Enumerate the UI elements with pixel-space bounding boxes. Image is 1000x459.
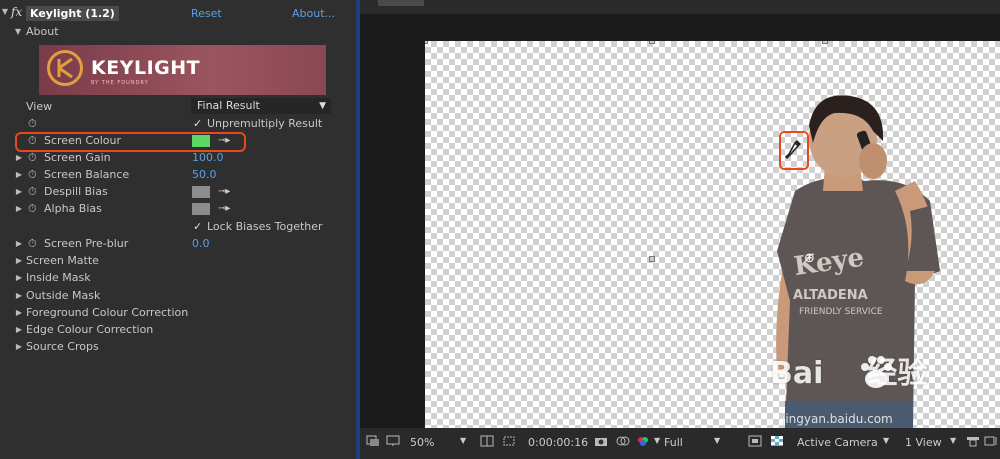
unpremultiply-label: Unpremultiply Result	[207, 117, 323, 130]
expand-triangle-icon[interactable]: ▶	[14, 252, 24, 269]
camera-view-select[interactable]: Active Camera	[797, 436, 878, 449]
about-label: About	[26, 25, 59, 38]
screen-gain-label: Screen Gain	[44, 151, 111, 164]
fast-previews-icon[interactable]	[748, 435, 762, 447]
despill-bias-label: Despill Bias	[44, 185, 108, 198]
effect-name: Keylight (1.2)	[26, 6, 119, 21]
alpha-bias-swatch[interactable]	[192, 203, 210, 215]
effect-header: ▼ fx Keylight (1.2) Reset About...	[0, 5, 356, 23]
zoom-dropdown-icon[interactable]: ▼	[460, 436, 466, 445]
resolution-select[interactable]: Full	[664, 436, 683, 449]
fx-icon[interactable]: fx	[11, 5, 22, 19]
screen-balance-value[interactable]: 50.0	[192, 166, 217, 183]
reset-exposure-icon[interactable]	[966, 435, 980, 447]
expand-triangle-icon[interactable]: ▶	[14, 269, 24, 286]
group-label: Screen Matte	[26, 254, 99, 267]
group-label: Source Crops	[26, 340, 99, 353]
expand-triangle-icon[interactable]: ▶	[14, 235, 24, 252]
screen-preblur-value[interactable]: 0.0	[192, 235, 210, 252]
camera-snapshot-icon[interactable]	[594, 435, 608, 447]
expand-triangle-icon[interactable]: ▶	[14, 149, 24, 166]
stopwatch-icon[interactable]: ⏱	[28, 115, 37, 132]
watermark-site: jingyan.baidu.com	[782, 412, 893, 426]
monitor-icon[interactable]	[386, 435, 400, 447]
unpremultiply-checkbox[interactable]: ✓	[193, 115, 202, 132]
layer-handle[interactable]	[822, 41, 828, 44]
lock-biases-label: Lock Biases Together	[207, 220, 323, 233]
baidu-paw-icon	[861, 356, 892, 388]
screen-balance-label: Screen Balance	[44, 168, 130, 181]
about-link[interactable]: About...	[292, 7, 335, 20]
region-of-interest-icon[interactable]	[502, 435, 516, 447]
view-select[interactable]: Final Result ▼	[191, 98, 331, 114]
stopwatch-icon[interactable]: ⏱	[28, 149, 37, 166]
svg-text:ALTADENA: ALTADENA	[793, 288, 868, 303]
show-snapshot-icon[interactable]	[616, 435, 630, 447]
expand-triangle-icon[interactable]: ▶	[14, 338, 24, 355]
stopwatch-icon[interactable]: ⏱	[28, 235, 37, 252]
layer-handle[interactable]	[649, 41, 655, 44]
expand-triangle-icon[interactable]: ▶	[14, 166, 24, 183]
timecode[interactable]: 0:00:00:16	[528, 436, 588, 449]
despill-bias-swatch[interactable]	[192, 186, 210, 198]
eyedropper-cursor-icon	[785, 140, 801, 160]
eyedropper-icon[interactable]: ⊸▸	[218, 200, 230, 217]
effect-controls-panel: ▼ fx Keylight (1.2) Reset About... ▼ Abo…	[0, 0, 356, 459]
watermark-brand-text: Bai	[770, 356, 824, 391]
layer-handle[interactable]	[649, 256, 655, 262]
composition-tab-bar	[360, 0, 1000, 14]
group-label: Outside Mask	[26, 289, 101, 302]
stopwatch-icon[interactable]: ⏱	[28, 166, 37, 183]
collapse-effect-triangle-icon[interactable]: ▼	[0, 7, 10, 16]
keylight-banner: KEYLIGHT BY THE FOUNDRY	[39, 45, 326, 95]
composition-tab[interactable]	[378, 0, 424, 6]
transparency-grid-icon[interactable]	[770, 435, 784, 447]
eyedropper-icon[interactable]: ⊸▸	[218, 183, 230, 200]
layer-handle[interactable]	[425, 41, 428, 44]
stopwatch-icon[interactable]: ⏱	[28, 183, 37, 200]
view-layout-select[interactable]: 1 View	[905, 436, 942, 449]
about-triangle-icon[interactable]: ▼	[13, 23, 23, 40]
group-label: Edge Colour Correction	[26, 323, 154, 336]
lock-biases-checkbox[interactable]: ✓	[193, 218, 202, 235]
banner-title: KEYLIGHT	[91, 57, 201, 79]
reset-link[interactable]: Reset	[191, 7, 222, 20]
anchor-point-icon[interactable]: ⊕	[804, 251, 815, 266]
expand-triangle-icon[interactable]: ▶	[14, 304, 24, 321]
viewer-toolbar: 50% ▼ 0:00:00:16 ▼ Full ▼ Active Camera …	[360, 428, 1000, 459]
screen-gain-value[interactable]: 100.0	[192, 149, 224, 166]
keylight-logo-icon	[47, 50, 83, 86]
banner-subtitle: BY THE FOUNDRY	[91, 80, 149, 86]
view-layout-dropdown-icon[interactable]: ▼	[950, 436, 956, 445]
group-label: Inside Mask	[26, 271, 91, 284]
group-label: Foreground Colour Correction	[26, 306, 189, 319]
view-label: View	[26, 100, 53, 113]
safe-margins-icon[interactable]	[480, 435, 494, 447]
dropdown-arrow-icon: ▼	[319, 101, 326, 111]
channel-dropdown-icon[interactable]: ▼	[654, 436, 660, 445]
zoom-select[interactable]: 50%	[410, 436, 434, 449]
camera-dropdown-icon[interactable]: ▼	[883, 436, 889, 445]
channel-rgb-icon[interactable]	[636, 435, 650, 447]
resolution-dropdown-icon[interactable]: ▼	[714, 436, 720, 445]
expand-triangle-icon[interactable]: ▶	[14, 200, 24, 217]
expand-triangle-icon[interactable]: ▶	[14, 183, 24, 200]
screen-preblur-label: Screen Pre-blur	[44, 237, 129, 250]
stopwatch-icon[interactable]: ⏱	[28, 200, 37, 217]
expand-triangle-icon[interactable]: ▶	[14, 321, 24, 338]
svg-text:FRIENDLY SERVICE: FRIENDLY SERVICE	[799, 307, 883, 317]
view-select-value: Final Result	[197, 99, 260, 112]
always-preview-icon[interactable]	[366, 435, 380, 447]
alpha-bias-label: Alpha Bias	[44, 202, 102, 215]
exposure-icon[interactable]	[984, 435, 998, 447]
watermark-brand: Bai 经验	[770, 348, 927, 392]
expand-triangle-icon[interactable]: ▶	[14, 287, 24, 304]
